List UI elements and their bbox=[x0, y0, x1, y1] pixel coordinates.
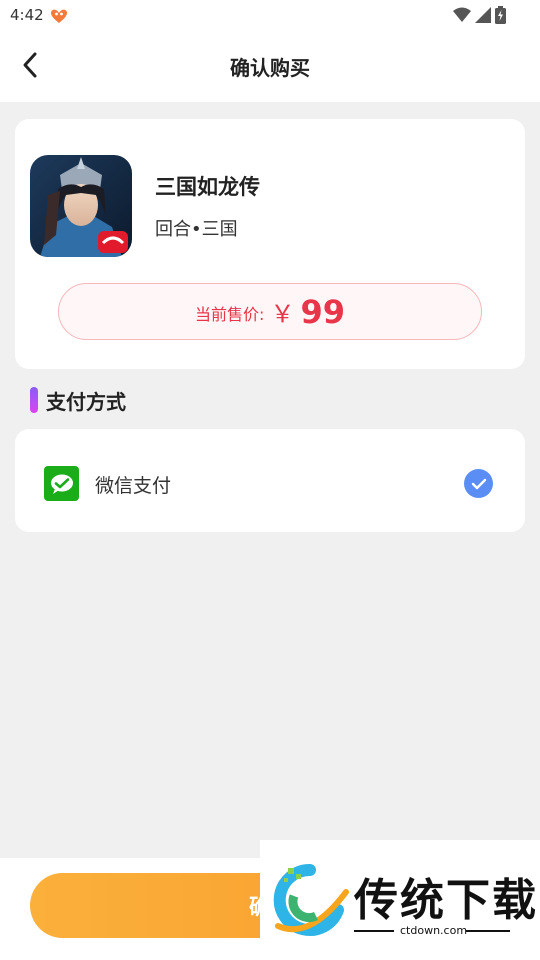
status-icons bbox=[453, 6, 506, 24]
status-time: 4:42 bbox=[10, 6, 44, 24]
signal-icon bbox=[475, 7, 491, 23]
wechat-pay-icon bbox=[44, 466, 79, 501]
watermark: 传统下载 ctdown.com bbox=[260, 840, 540, 960]
header: 确认购买 bbox=[0, 32, 540, 102]
currency-symbol: ￥ bbox=[270, 300, 295, 328]
watermark-domain: ctdown.com bbox=[400, 924, 468, 937]
watermark-logo-icon bbox=[270, 862, 350, 938]
game-icon[interactable] bbox=[30, 155, 132, 257]
game-tags: 回合•三国 bbox=[155, 219, 238, 240]
payment-method-wechat[interactable]: 微信支付 bbox=[15, 429, 525, 532]
payment-section-header: 支付方式 bbox=[30, 386, 126, 414]
watermark-divider-left bbox=[354, 930, 394, 932]
status-bar: 4:42 bbox=[0, 0, 540, 32]
watermark-title: 传统下载 bbox=[354, 875, 538, 926]
check-circle-icon[interactable] bbox=[464, 469, 493, 498]
section-title: 支付方式 bbox=[46, 389, 126, 414]
wifi-icon bbox=[453, 7, 471, 23]
price-box: 当前售价: ￥ 99 bbox=[58, 283, 482, 340]
battery-charging-icon bbox=[495, 6, 506, 24]
app-notification-icon bbox=[50, 8, 68, 24]
game-name: 三国如龙传 bbox=[155, 175, 260, 199]
price-label: 当前售价: bbox=[195, 304, 265, 324]
product-card: 三国如龙传 回合•三国 当前售价: ￥ 99 bbox=[15, 119, 525, 369]
payment-method-label: 微信支付 bbox=[95, 475, 172, 497]
price-value: 99 bbox=[300, 292, 345, 331]
page-title: 确认购买 bbox=[230, 56, 310, 80]
watermark-divider-right bbox=[466, 930, 510, 932]
section-accent-bar bbox=[30, 387, 38, 413]
